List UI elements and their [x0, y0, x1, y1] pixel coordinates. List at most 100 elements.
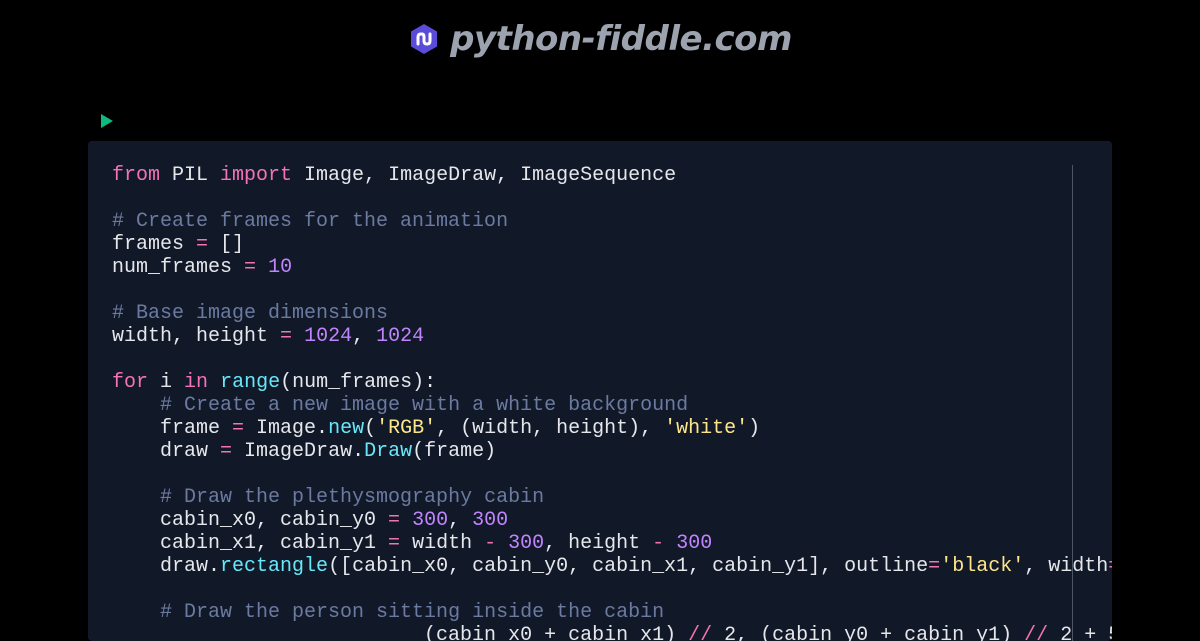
code-token: width, height — [112, 325, 281, 348]
code-token: new — [328, 417, 365, 440]
code-line: draw = ImageDraw.Draw(frame) — [112, 440, 1112, 463]
code-token: 'RGB' — [376, 417, 437, 440]
code-token: , — [352, 325, 377, 348]
code-token: 2 + 5 — [1060, 624, 1112, 641]
code-token: num_frames — [112, 256, 245, 279]
code-token: = — [220, 440, 233, 463]
code-token: Image, ImageDraw, ImageSequence — [292, 164, 677, 187]
code-token: , — [448, 509, 473, 532]
code-token: i — [148, 371, 185, 394]
code-token: = — [928, 555, 941, 578]
code-editor[interactable]: from PIL import Image, ImageDraw, ImageS… — [88, 141, 1112, 641]
code-token: - — [484, 532, 497, 555]
code-token: ) — [748, 417, 761, 440]
play-icon — [100, 113, 114, 134]
code-token: draw — [112, 440, 221, 463]
code-line: # Draw the plethysmography cabin — [112, 486, 1112, 509]
code-token: cabin_x1, cabin_y1 — [112, 532, 389, 555]
code-token: = — [232, 417, 245, 440]
code-token: , height — [544, 532, 653, 555]
code-token: frames — [112, 233, 197, 256]
code-line: # Draw the person sitting inside the cab… — [112, 601, 1112, 624]
code-token: 300 — [508, 532, 545, 555]
code-token: 'black' — [940, 555, 1025, 578]
code-token: # Create a new image with a white backgr… — [160, 394, 689, 417]
code-token: 1024 — [304, 325, 353, 348]
code-token: rectangle — [220, 555, 329, 578]
code-token: = — [388, 509, 401, 532]
code-token: 'white' — [664, 417, 749, 440]
code-token: 300 — [472, 509, 509, 532]
code-token: // — [688, 624, 713, 641]
code-token: 1024 — [376, 325, 425, 348]
code-token: , (width, height), — [436, 417, 665, 440]
code-token: 300 — [676, 532, 713, 555]
code-token: from — [112, 164, 161, 187]
line-length-ruler — [1072, 165, 1073, 641]
code-line: num_frames = 10 — [112, 256, 1112, 279]
code-token: import — [220, 164, 293, 187]
code-token: # Draw the plethysmography cabin — [160, 486, 545, 509]
code-token: ( — [364, 417, 377, 440]
code-line: (cabin_x0 + cabin_x1) // 2, (cabin_y0 + … — [112, 624, 1112, 641]
code-token: ImageDraw. — [232, 440, 365, 463]
code-token: range — [220, 371, 281, 394]
code-line: width, height = 1024, 1024 — [112, 325, 1112, 348]
code-token: ([cabin_x0, cabin_y0, cabin_x1, cabin_y1… — [328, 555, 929, 578]
code-line: cabin_x0, cabin_y0 = 300, 300 — [112, 509, 1112, 532]
code-content[interactable]: from PIL import Image, ImageDraw, ImageS… — [112, 164, 1112, 641]
code-token: # Base image dimensions — [112, 302, 389, 325]
code-line: frame = Image.new('RGB', (width, height)… — [112, 417, 1112, 440]
code-token: 2, (cabin_y0 + cabin_y1) — [712, 624, 1025, 641]
code-token: # Create frames for the animation — [112, 210, 509, 233]
code-token: 300 — [412, 509, 449, 532]
run-button[interactable] — [98, 113, 116, 134]
site-header: python-fiddle.com — [0, 14, 1200, 64]
code-token: 10 — [268, 256, 293, 279]
code-token: width — [400, 532, 485, 555]
code-token: for — [112, 371, 149, 394]
code-token: (num_frames): — [280, 371, 437, 394]
code-token: = — [280, 325, 293, 348]
site-name[interactable]: python-fiddle.com — [450, 19, 792, 59]
code-line: cabin_x1, cabin_y1 = width - 300, height… — [112, 532, 1112, 555]
code-token: Draw — [364, 440, 413, 463]
code-token: frame — [112, 417, 233, 440]
code-token: // — [1024, 624, 1049, 641]
code-token: , width — [1024, 555, 1109, 578]
code-token: draw. — [112, 555, 221, 578]
code-token: # Draw the person sitting inside the cab… — [160, 601, 665, 624]
code-token: = — [1108, 555, 1112, 578]
code-token: PIL — [160, 164, 221, 187]
code-line: from PIL import Image, ImageDraw, ImageS… — [112, 164, 1112, 187]
code-line: # Base image dimensions — [112, 302, 1112, 325]
python-fiddle-logo-icon[interactable] — [408, 23, 440, 55]
code-token: cabin_x0, cabin_y0 — [112, 509, 389, 532]
code-line: frames = [] — [112, 233, 1112, 256]
code-token: - — [652, 532, 665, 555]
code-token: = — [244, 256, 257, 279]
code-line: # Create frames for the animation — [112, 210, 1112, 233]
code-token: in — [184, 371, 209, 394]
code-line: # Create a new image with a white backgr… — [112, 394, 1112, 417]
code-token: (frame) — [412, 440, 497, 463]
code-token: [] — [208, 233, 245, 256]
code-line: draw.rectangle([cabin_x0, cabin_y0, cabi… — [112, 555, 1112, 578]
code-line: for i in range(num_frames): — [112, 371, 1112, 394]
code-token: Image. — [244, 417, 329, 440]
code-token: (cabin_x0 + cabin_x1) — [112, 624, 689, 641]
code-token: = — [196, 233, 209, 256]
code-token: = — [388, 532, 401, 555]
